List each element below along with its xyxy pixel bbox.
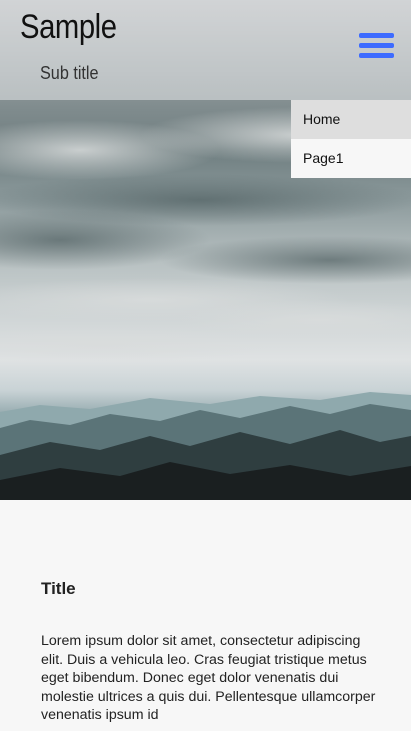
nav-dropdown-menu: Home Page1 bbox=[291, 100, 411, 178]
nav-item-page1[interactable]: Page1 bbox=[291, 139, 411, 178]
nav-item-home[interactable]: Home bbox=[291, 100, 411, 139]
site-header: Sample Sub title bbox=[0, 0, 411, 100]
content-title: Title bbox=[41, 579, 76, 598]
menu-bar bbox=[359, 53, 394, 58]
content-body: Lorem ipsum dolor sit amet, consectetur … bbox=[41, 633, 376, 723]
site-title[interactable]: Sample bbox=[20, 8, 117, 47]
hamburger-menu-icon[interactable] bbox=[359, 33, 394, 61]
menu-bar bbox=[359, 43, 394, 48]
menu-bar bbox=[359, 33, 394, 38]
page: Sample Sub title Home Page1 Title Lorem … bbox=[0, 0, 411, 731]
site-subtitle: Sub title bbox=[40, 63, 99, 83]
